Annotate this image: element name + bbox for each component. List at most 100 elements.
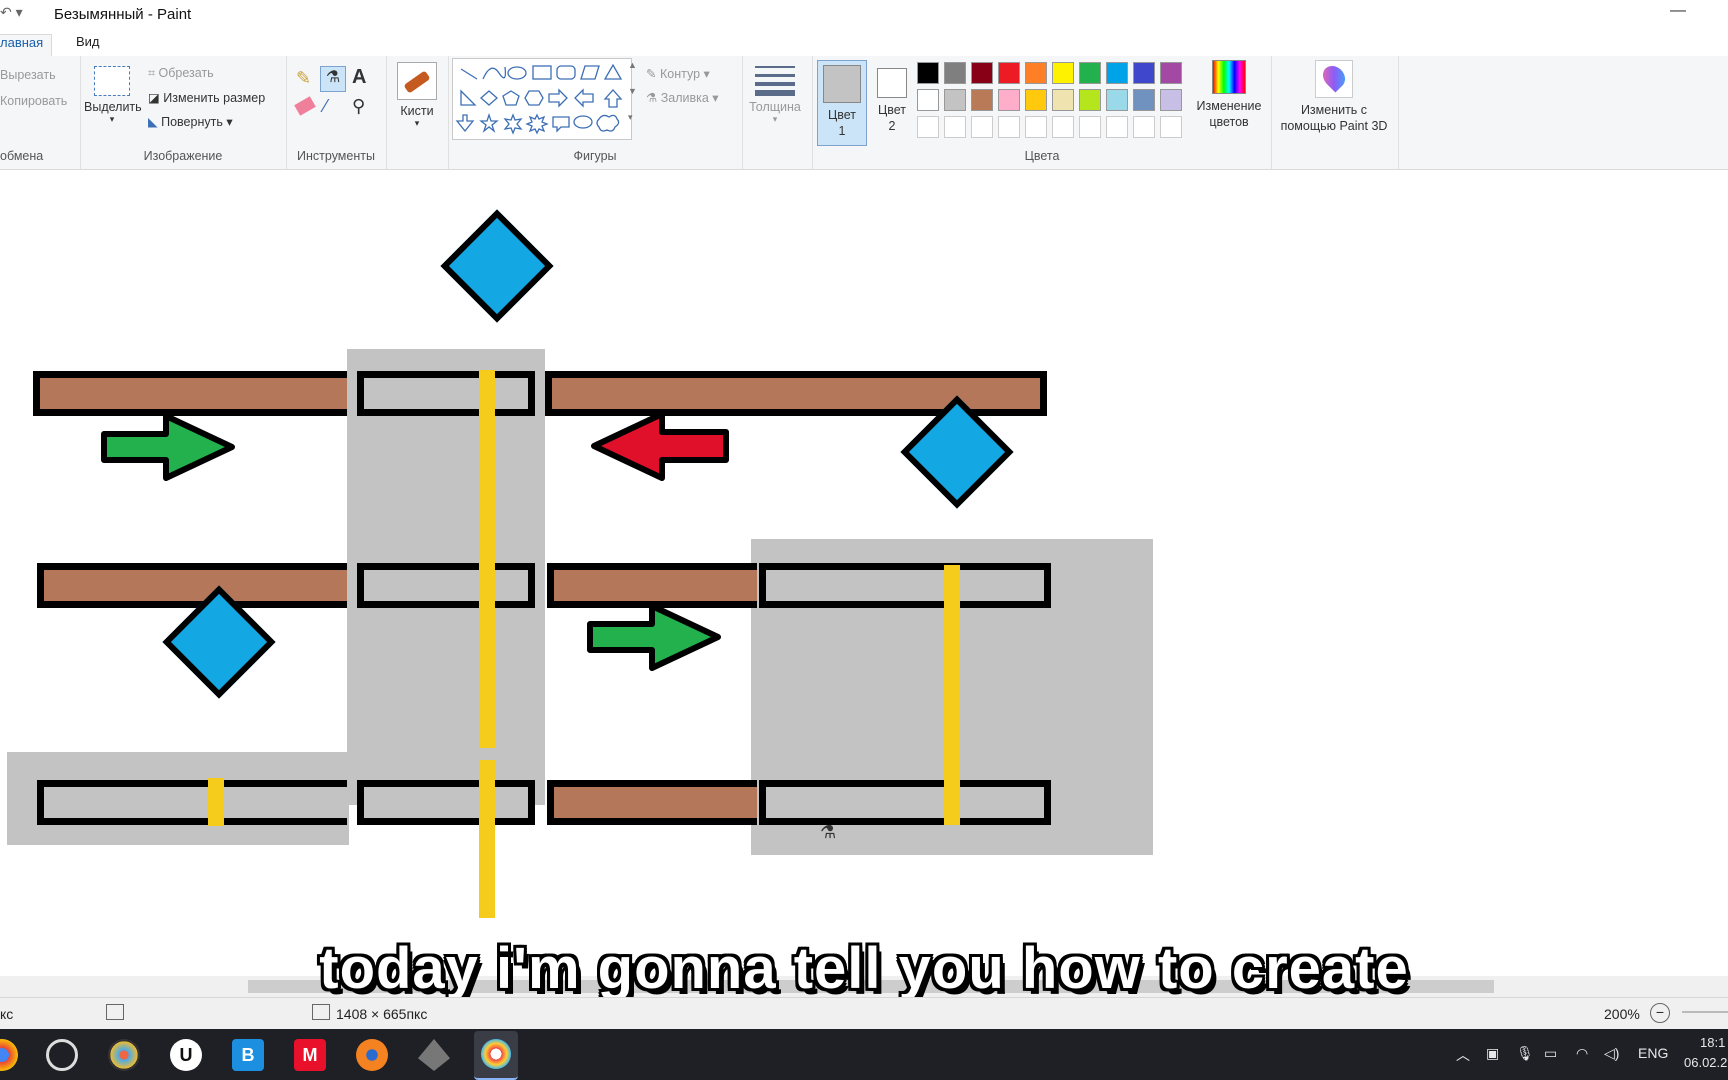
track-bar-selected <box>357 780 535 825</box>
shapes-gallery[interactable] <box>452 58 632 140</box>
clock-date[interactable]: 06.02.2 <box>1684 1055 1727 1070</box>
fill-button[interactable]: ⚗ Заливка ▾ <box>646 90 719 105</box>
palette-swatch[interactable] <box>998 62 1020 84</box>
palette-swatch[interactable] <box>1133 89 1155 111</box>
chrome-icon[interactable] <box>0 1039 18 1071</box>
palette-swatch[interactable] <box>971 62 993 84</box>
crop-button[interactable]: ⌗ Обрезать <box>148 66 214 81</box>
color2-button[interactable]: Цвет 2 <box>871 60 913 134</box>
shapes-scroll-down-icon[interactable]: ▼ <box>628 86 640 96</box>
magnifier-icon[interactable]: ⚲ <box>352 96 365 117</box>
color-picker-icon[interactable]: ⁄ <box>324 96 327 117</box>
inkscape-icon[interactable] <box>418 1039 450 1071</box>
blender-icon[interactable] <box>356 1039 388 1071</box>
custom-color-slot[interactable] <box>944 116 966 138</box>
palette-swatch[interactable] <box>1079 62 1101 84</box>
drawing-canvas[interactable]: ⚗ <box>0 170 1728 976</box>
custom-color-slot[interactable] <box>971 116 993 138</box>
clock-time[interactable]: 18:1 <box>1700 1035 1725 1050</box>
palette-swatch[interactable] <box>944 89 966 111</box>
palette-swatch[interactable] <box>1052 89 1074 111</box>
davinci-resolve-icon[interactable] <box>108 1039 140 1071</box>
cut-button[interactable]: Вырезать <box>0 68 56 82</box>
outline-button[interactable]: ✎ Контур ▾ <box>646 66 710 81</box>
track-bar-selected <box>357 563 535 608</box>
blue-diamond-gem <box>440 209 554 323</box>
yellow-line <box>479 370 495 918</box>
custom-color-slot[interactable] <box>998 116 1020 138</box>
shapes-scroll-up-icon[interactable]: ▲ <box>628 60 640 70</box>
palette-swatch[interactable] <box>1106 62 1128 84</box>
palette-swatch[interactable] <box>1106 89 1128 111</box>
unreal-engine-icon[interactable]: U <box>170 1039 202 1071</box>
color2-label: Цвет 2 <box>877 103 906 133</box>
volume-icon[interactable]: ◁) <box>1604 1045 1619 1062</box>
b-app-icon[interactable]: B <box>232 1039 264 1071</box>
resize-label: Изменить размер <box>163 91 266 105</box>
palette-swatch[interactable] <box>1133 62 1155 84</box>
meet-now-icon[interactable]: ▣ <box>1486 1045 1499 1062</box>
track-bar-selected <box>37 780 347 825</box>
palette-swatch[interactable] <box>1160 62 1182 84</box>
text-tool-icon[interactable]: A <box>352 66 366 89</box>
color2-swatch <box>877 68 907 98</box>
palette-swatch[interactable] <box>1025 62 1047 84</box>
palette-swatch[interactable] <box>917 89 939 111</box>
custom-color-slot[interactable] <box>1025 116 1047 138</box>
edit-colors-button[interactable]: Изменение цветов <box>1193 60 1265 130</box>
brushes-button[interactable]: Кисти ▾ <box>394 62 440 129</box>
paint3d-button[interactable]: Изменить с помощью Paint 3D <box>1272 60 1396 134</box>
resize-button[interactable]: ◪ Изменить размер <box>148 90 265 105</box>
size-button[interactable]: Толщина ▾ <box>742 62 808 125</box>
tab-view[interactable]: Вид <box>76 34 100 49</box>
battery-icon[interactable]: ▭ <box>1544 1045 1557 1062</box>
eraser-icon[interactable] <box>294 96 316 116</box>
tools-group: ✎ ⚗ A ⁄ ⚲ Инструменты <box>286 56 387 169</box>
image-group: Выделить ▾ ⌗ Обрезать ◪ Изменить размер … <box>80 56 287 169</box>
m-app-icon[interactable]: M <box>294 1039 326 1071</box>
custom-color-slot[interactable] <box>1160 116 1182 138</box>
rotate-icon: ◣ <box>148 115 158 129</box>
track-bar <box>37 563 347 608</box>
palette-swatch[interactable] <box>1079 89 1101 111</box>
select-button[interactable]: Выделить ▾ <box>84 66 142 125</box>
custom-color-slot[interactable] <box>1106 116 1128 138</box>
palette-swatch[interactable] <box>1160 89 1182 111</box>
minimize-button[interactable]: — <box>1670 2 1686 20</box>
colors-group-label: Цвета <box>1024 149 1060 163</box>
status-bar: кс 1408 × 665пкс 200% − <box>0 997 1728 1030</box>
palette-swatch[interactable] <box>998 89 1020 111</box>
quick-access-toolbar[interactable]: ↶ ▾ <box>0 4 23 21</box>
shapes-expand-icon[interactable]: ▾ <box>628 112 640 123</box>
copy-button[interactable]: Копировать <box>0 94 67 108</box>
wifi-icon[interactable]: ◠ <box>1576 1045 1588 1062</box>
show-hidden-icons-icon[interactable]: ︿ <box>1456 1045 1470 1065</box>
palette-swatch[interactable] <box>971 89 993 111</box>
custom-color-slot[interactable] <box>917 116 939 138</box>
rotate-label: Повернуть <box>161 115 223 129</box>
green-arrow-right-icon <box>587 603 721 671</box>
paint-taskbar-button[interactable] <box>474 1031 518 1080</box>
fill-bucket-icon[interactable]: ⚗ <box>320 66 346 92</box>
zoom-slider[interactable] <box>1682 1011 1728 1013</box>
obs-icon[interactable] <box>46 1039 78 1071</box>
input-language[interactable]: ENG <box>1638 1045 1668 1061</box>
ribbon: Вырезать Копировать обмена Выделить ▾ ⌗ … <box>0 56 1728 170</box>
palette-swatch[interactable] <box>917 62 939 84</box>
colors-group: Цвет 1 Цвет 2 Изменение цветов Цвета <box>812 56 1272 169</box>
palette-swatch[interactable] <box>944 62 966 84</box>
palette-swatch[interactable] <box>1025 89 1047 111</box>
shapes-group: ▲ ▼ ▾ ✎ Контур ▾ ⚗ Заливка ▾ Фигуры <box>448 56 743 169</box>
zoom-out-icon[interactable]: − <box>1650 1003 1670 1023</box>
pencil-icon[interactable]: ✎ <box>296 68 311 89</box>
rotate-button[interactable]: ◣ Повернуть ▾ <box>148 114 233 129</box>
custom-color-slot[interactable] <box>1079 116 1101 138</box>
microphone-icon[interactable]: 🎙︎ <box>1516 1045 1534 1062</box>
shapes-group-label: Фигуры <box>573 149 617 163</box>
crop-icon: ⌗ <box>148 66 156 80</box>
custom-color-slot[interactable] <box>1133 116 1155 138</box>
color1-button[interactable]: Цвет 1 <box>817 60 867 146</box>
brushes-group[interactable]: Кисти ▾ <box>386 56 449 169</box>
palette-swatch[interactable] <box>1052 62 1074 84</box>
custom-color-slot[interactable] <box>1052 116 1074 138</box>
